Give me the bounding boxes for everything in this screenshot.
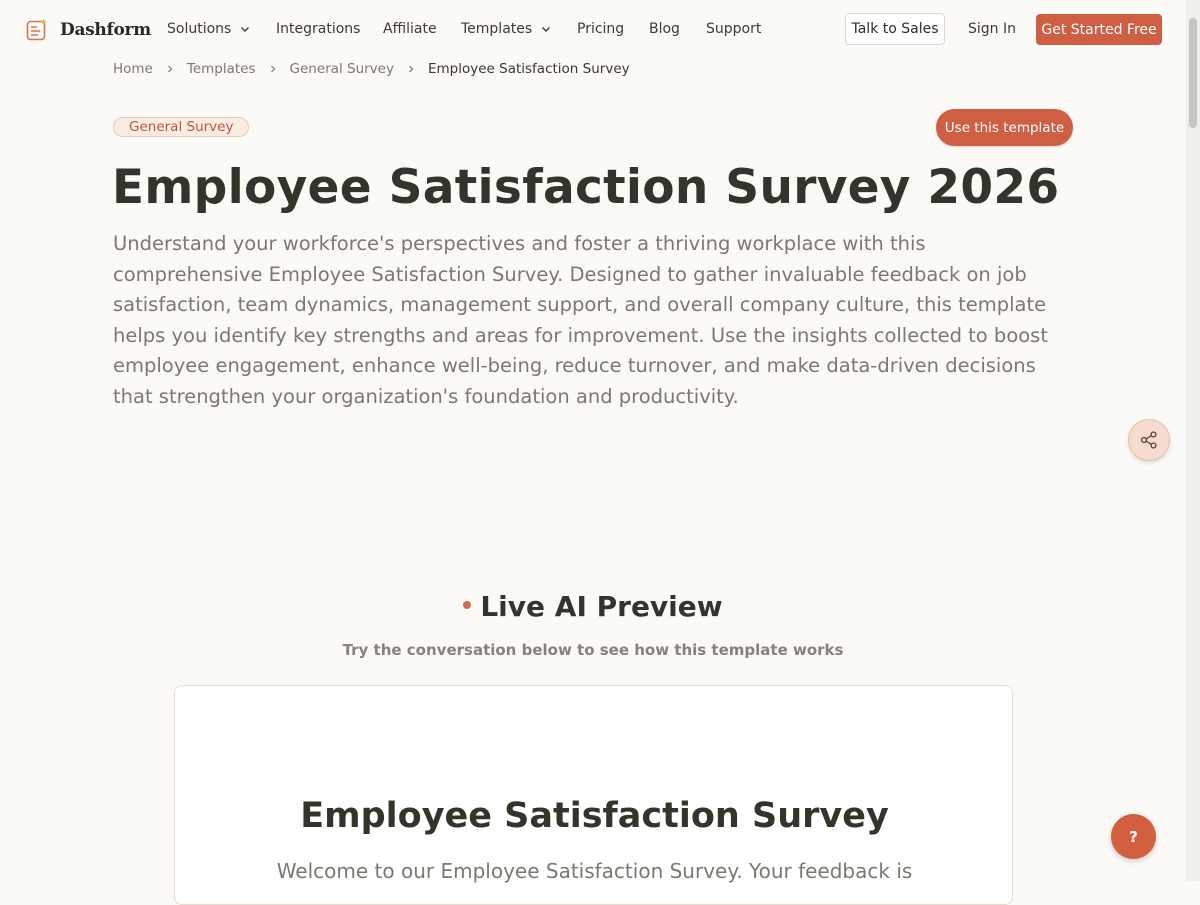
nav-integrations[interactable]: Integrations: [276, 21, 360, 37]
chevron-right-icon: [270, 65, 275, 73]
survey-welcome-text: Welcome to our Employee Satisfaction Sur…: [276, 859, 913, 883]
chevron-down-icon: [241, 27, 250, 32]
help-button[interactable]: ?: [1111, 814, 1156, 859]
nav-solutions[interactable]: Solutions: [167, 21, 250, 37]
share-icon: [1140, 431, 1157, 449]
breadcrumb-home[interactable]: Home: [113, 61, 153, 77]
chevron-right-icon: [167, 65, 173, 73]
scrollbar[interactable]: [1186, 0, 1200, 881]
nav-affiliate[interactable]: Affiliate: [383, 21, 437, 37]
brand-name: Dashform: [60, 20, 151, 40]
survey-title: Employee Satisfaction Survey: [300, 796, 889, 836]
brand-logo[interactable]: Dashform: [26, 18, 151, 42]
top-nav: Dashform Solutions Integrations Affiliat…: [0, 0, 1186, 60]
chevron-right-icon: [409, 65, 414, 73]
breadcrumb: Home Templates General Survey Employee S…: [113, 61, 630, 77]
page-title: Employee Satisfaction Survey 2026: [112, 160, 1060, 215]
breadcrumb-templates[interactable]: Templates: [187, 61, 256, 77]
nav-blog[interactable]: Blog: [649, 21, 680, 37]
preview-heading: Live AI Preview: [0, 590, 1186, 623]
scrollbar-thumb[interactable]: [1189, 18, 1197, 128]
preview-subtitle: Try the conversation below to see how th…: [342, 641, 844, 659]
form-sparkle-icon: [26, 18, 48, 42]
chevron-down-icon: [542, 27, 551, 32]
category-badge[interactable]: General Survey: [113, 117, 250, 137]
nav-support[interactable]: Support: [706, 21, 761, 37]
nav-templates[interactable]: Templates: [461, 21, 551, 37]
use-template-button[interactable]: Use this template: [936, 109, 1073, 146]
share-button[interactable]: [1128, 419, 1170, 461]
breadcrumb-current: Employee Satisfaction Survey: [427, 61, 630, 77]
preview-card[interactable]: Employee Satisfaction Survey Welcome to …: [174, 685, 1013, 905]
preview-heading-text: Live AI Preview: [480, 590, 723, 623]
status-dot: [463, 601, 472, 609]
sign-in-button[interactable]: Sign In: [968, 21, 1016, 37]
nav-solutions-label: Solutions: [167, 21, 232, 37]
template-description: Understand your workforce's perspectives…: [113, 232, 1048, 408]
breadcrumb-general-survey[interactable]: General Survey: [290, 61, 394, 77]
get-started-button[interactable]: Get Started Free: [1036, 14, 1162, 45]
nav-pricing[interactable]: Pricing: [577, 21, 624, 37]
nav-templates-label: Templates: [461, 21, 533, 37]
talk-to-sales-button[interactable]: Talk to Sales: [845, 13, 945, 45]
